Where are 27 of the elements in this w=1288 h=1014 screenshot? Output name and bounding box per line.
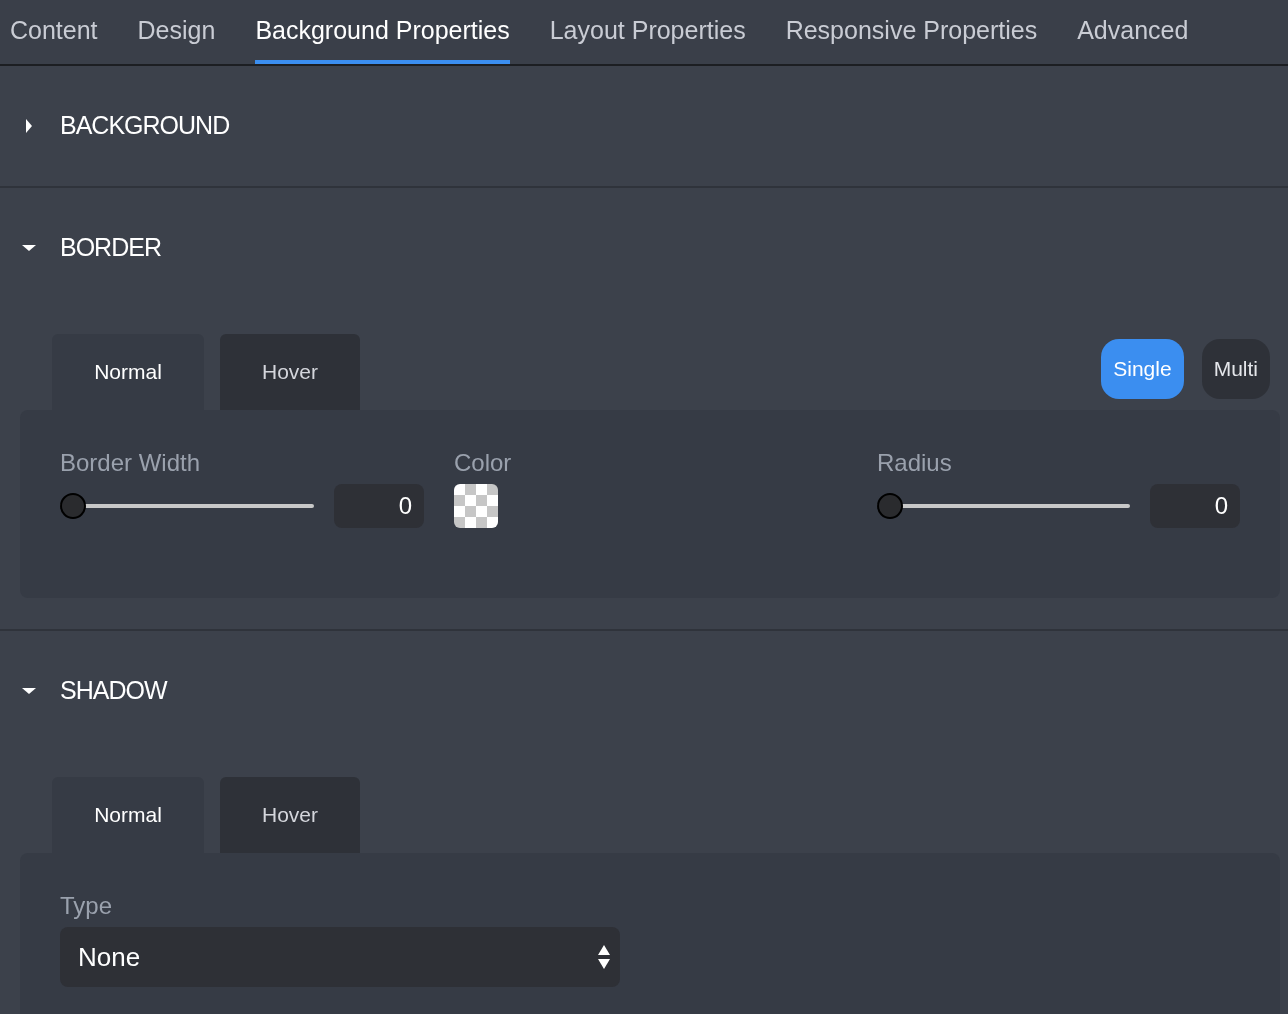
mode-button[interactable]: Multi bbox=[1201, 339, 1270, 399]
state-tab[interactable]: Normal bbox=[52, 334, 204, 410]
state-tab[interactable]: Hover bbox=[220, 777, 360, 853]
slider[interactable] bbox=[60, 492, 314, 521]
tab[interactable]: Responsive Properties bbox=[785, 0, 1038, 64]
state-tab[interactable]: Hover bbox=[220, 334, 360, 410]
number-input[interactable]: 0 bbox=[334, 484, 424, 529]
up-down-arrows-icon bbox=[598, 945, 610, 970]
tab[interactable]: Layout Properties bbox=[549, 0, 746, 64]
slider[interactable] bbox=[877, 492, 1130, 521]
field-label: Type bbox=[60, 893, 113, 920]
field-label: Radius bbox=[877, 450, 952, 477]
section-title[interactable]: BACKGROUND bbox=[60, 107, 230, 145]
type-select[interactable]: None bbox=[60, 927, 620, 988]
section-title[interactable]: SHADOW bbox=[60, 672, 167, 710]
color-swatch[interactable] bbox=[454, 484, 498, 529]
field-label: Color bbox=[454, 450, 512, 477]
state-tab[interactable]: Normal bbox=[52, 777, 204, 853]
section-title[interactable]: BORDER bbox=[60, 229, 161, 267]
slider-thumb[interactable] bbox=[60, 493, 86, 520]
tab[interactable]: Content bbox=[10, 0, 98, 64]
slider-thumb[interactable] bbox=[877, 493, 903, 520]
tab[interactable]: Background Properties bbox=[255, 0, 510, 64]
field-label: Border Width bbox=[60, 450, 201, 477]
number-input[interactable]: 0 bbox=[1150, 484, 1240, 529]
tab[interactable]: Design bbox=[137, 0, 216, 64]
tab[interactable]: Advanced bbox=[1077, 0, 1189, 64]
